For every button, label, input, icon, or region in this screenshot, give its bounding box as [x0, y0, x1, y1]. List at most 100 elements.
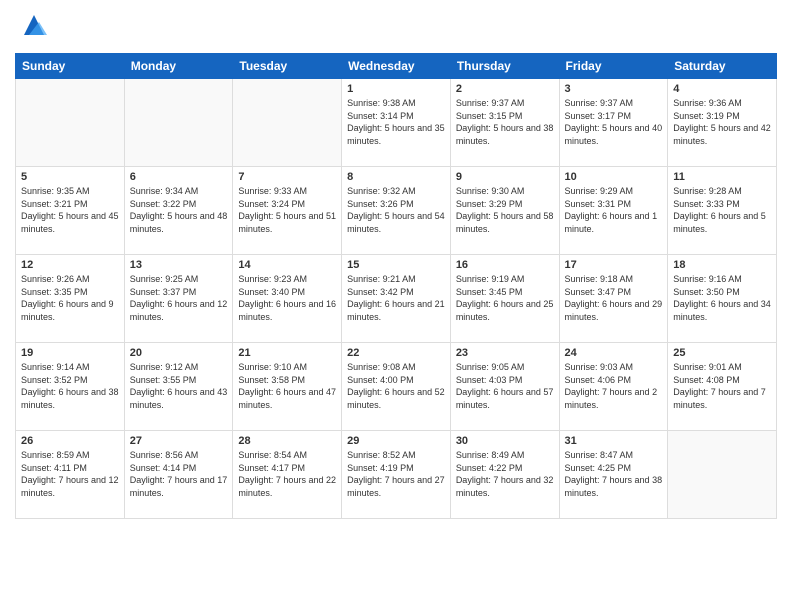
- day-number: 9: [456, 171, 554, 183]
- day-number: 17: [565, 259, 663, 271]
- day-cell: 28 Sunrise: 8:54 AM Sunset: 4:17 PM Dayli…: [233, 431, 342, 519]
- day-info: Sunrise: 8:52 AM Sunset: 4:19 PM Dayligh…: [347, 449, 445, 499]
- day-info: Sunrise: 9:14 AM Sunset: 3:52 PM Dayligh…: [21, 361, 119, 411]
- day-number: 7: [238, 171, 336, 183]
- day-header-monday: Monday: [124, 54, 233, 79]
- day-info: Sunrise: 9:34 AM Sunset: 3:22 PM Dayligh…: [130, 185, 228, 235]
- day-number: 6: [130, 171, 228, 183]
- day-info: Sunrise: 9:25 AM Sunset: 3:37 PM Dayligh…: [130, 273, 228, 323]
- day-cell: 5 Sunrise: 9:35 AM Sunset: 3:21 PM Daylig…: [16, 167, 125, 255]
- day-info: Sunrise: 9:21 AM Sunset: 3:42 PM Dayligh…: [347, 273, 445, 323]
- day-info: Sunrise: 9:10 AM Sunset: 3:58 PM Dayligh…: [238, 361, 336, 411]
- day-cell: [233, 79, 342, 167]
- day-header-tuesday: Tuesday: [233, 54, 342, 79]
- day-info: Sunrise: 8:59 AM Sunset: 4:11 PM Dayligh…: [21, 449, 119, 499]
- week-row-5: 26 Sunrise: 8:59 AM Sunset: 4:11 PM Dayli…: [16, 431, 777, 519]
- day-info: Sunrise: 8:56 AM Sunset: 4:14 PM Dayligh…: [130, 449, 228, 499]
- day-cell: 4 Sunrise: 9:36 AM Sunset: 3:19 PM Daylig…: [668, 79, 777, 167]
- day-cell: 14 Sunrise: 9:23 AM Sunset: 3:40 PM Dayli…: [233, 255, 342, 343]
- day-cell: 22 Sunrise: 9:08 AM Sunset: 4:00 PM Dayli…: [342, 343, 451, 431]
- day-number: 11: [673, 171, 771, 183]
- day-number: 31: [565, 435, 663, 447]
- day-cell: 2Sunrise: 9:37 AM Sunset: 3:15 PM Daylig…: [450, 79, 559, 167]
- day-number: 29: [347, 435, 445, 447]
- day-info: Sunrise: 9:26 AM Sunset: 3:35 PM Dayligh…: [21, 273, 119, 323]
- day-number: 20: [130, 347, 228, 359]
- calendar-table: SundayMondayTuesdayWednesdayThursdayFrid…: [15, 53, 777, 519]
- day-cell: 16 Sunrise: 9:19 AM Sunset: 3:45 PM Dayli…: [450, 255, 559, 343]
- day-number: 16: [456, 259, 554, 271]
- day-info: Sunrise: 9:05 AM Sunset: 4:03 PM Dayligh…: [456, 361, 554, 411]
- day-info: Sunrise: 8:47 AM Sunset: 4:25 PM Dayligh…: [565, 449, 663, 499]
- day-info: Sunrise: 9:19 AM Sunset: 3:45 PM Dayligh…: [456, 273, 554, 323]
- day-info: Sunrise: 9:18 AM Sunset: 3:47 PM Dayligh…: [565, 273, 663, 323]
- day-number: 27: [130, 435, 228, 447]
- day-cell: 31 Sunrise: 8:47 AM Sunset: 4:25 PM Dayli…: [559, 431, 668, 519]
- day-number: 28: [238, 435, 336, 447]
- day-cell: 19 Sunrise: 9:14 AM Sunset: 3:52 PM Dayli…: [16, 343, 125, 431]
- day-info: Sunrise: 8:54 AM Sunset: 4:17 PM Dayligh…: [238, 449, 336, 499]
- day-number: 4: [673, 83, 771, 95]
- day-cell: 20 Sunrise: 9:12 AM Sunset: 3:55 PM Dayli…: [124, 343, 233, 431]
- days-header-row: SundayMondayTuesdayWednesdayThursdayFrid…: [16, 54, 777, 79]
- day-number: 23: [456, 347, 554, 359]
- day-number: 5: [21, 171, 119, 183]
- day-number: 26: [21, 435, 119, 447]
- day-cell: 10 Sunrise: 9:29 AM Sunset: 3:31 PM Dayli…: [559, 167, 668, 255]
- day-cell: 3Sunrise: 9:37 AM Sunset: 3:17 PM Daylig…: [559, 79, 668, 167]
- day-number: 1: [347, 83, 445, 95]
- day-info: Sunrise: 9:36 AM Sunset: 3:19 PM Dayligh…: [673, 97, 771, 147]
- day-cell: 23 Sunrise: 9:05 AM Sunset: 4:03 PM Dayli…: [450, 343, 559, 431]
- day-cell: 18 Sunrise: 9:16 AM Sunset: 3:50 PM Dayli…: [668, 255, 777, 343]
- day-header-saturday: Saturday: [668, 54, 777, 79]
- day-cell: 1 Sunrise: 9:38 AM Sunset: 3:14 PM Daylig…: [342, 79, 451, 167]
- day-cell: 26 Sunrise: 8:59 AM Sunset: 4:11 PM Dayli…: [16, 431, 125, 519]
- day-cell: 6 Sunrise: 9:34 AM Sunset: 3:22 PM Daylig…: [124, 167, 233, 255]
- day-info: Sunrise: 9:28 AM Sunset: 3:33 PM Dayligh…: [673, 185, 771, 235]
- week-row-3: 12 Sunrise: 9:26 AM Sunset: 3:35 PM Dayli…: [16, 255, 777, 343]
- day-number: 19: [21, 347, 119, 359]
- day-number: 18: [673, 259, 771, 271]
- day-number: 10: [565, 171, 663, 183]
- day-info: Sunrise: 9:35 AM Sunset: 3:21 PM Dayligh…: [21, 185, 119, 235]
- day-number: 8: [347, 171, 445, 183]
- day-info: Sunrise: 9:38 AM Sunset: 3:14 PM Dayligh…: [347, 97, 445, 147]
- day-cell: 21 Sunrise: 9:10 AM Sunset: 3:58 PM Dayli…: [233, 343, 342, 431]
- day-info: Sunrise: 9:08 AM Sunset: 4:00 PM Dayligh…: [347, 361, 445, 411]
- header: [15, 10, 777, 45]
- day-number: 15: [347, 259, 445, 271]
- day-number: 21: [238, 347, 336, 359]
- day-info: Sunrise: 8:49 AM Sunset: 4:22 PM Dayligh…: [456, 449, 554, 499]
- day-number: 12: [21, 259, 119, 271]
- page: SundayMondayTuesdayWednesdayThursdayFrid…: [0, 0, 792, 612]
- day-info: Sunrise: 9:01 AM Sunset: 4:08 PM Dayligh…: [673, 361, 771, 411]
- day-header-friday: Friday: [559, 54, 668, 79]
- day-cell: 12 Sunrise: 9:26 AM Sunset: 3:35 PM Dayli…: [16, 255, 125, 343]
- day-number: 3: [565, 83, 663, 95]
- day-cell: [124, 79, 233, 167]
- day-info: Sunrise: 9:03 AM Sunset: 4:06 PM Dayligh…: [565, 361, 663, 411]
- day-info: Sunrise: 9:12 AM Sunset: 3:55 PM Dayligh…: [130, 361, 228, 411]
- day-cell: [668, 431, 777, 519]
- day-cell: 30Sunrise: 8:49 AM Sunset: 4:22 PM Dayli…: [450, 431, 559, 519]
- day-info: Sunrise: 9:23 AM Sunset: 3:40 PM Dayligh…: [238, 273, 336, 323]
- day-cell: [16, 79, 125, 167]
- day-cell: 25 Sunrise: 9:01 AM Sunset: 4:08 PM Dayli…: [668, 343, 777, 431]
- day-number: 25: [673, 347, 771, 359]
- day-info: Sunrise: 9:30 AM Sunset: 3:29 PM Dayligh…: [456, 185, 554, 235]
- week-row-4: 19 Sunrise: 9:14 AM Sunset: 3:52 PM Dayli…: [16, 343, 777, 431]
- logo-icon: [19, 10, 49, 40]
- day-cell: 29 Sunrise: 8:52 AM Sunset: 4:19 PM Dayli…: [342, 431, 451, 519]
- day-header-thursday: Thursday: [450, 54, 559, 79]
- day-cell: 17 Sunrise: 9:18 AM Sunset: 3:47 PM Dayli…: [559, 255, 668, 343]
- day-cell: 27 Sunrise: 8:56 AM Sunset: 4:14 PM Dayli…: [124, 431, 233, 519]
- day-info: Sunrise: 9:29 AM Sunset: 3:31 PM Dayligh…: [565, 185, 663, 235]
- day-number: 22: [347, 347, 445, 359]
- day-cell: 8 Sunrise: 9:32 AM Sunset: 3:26 PM Daylig…: [342, 167, 451, 255]
- day-number: 2: [456, 83, 554, 95]
- day-number: 14: [238, 259, 336, 271]
- day-cell: 7Sunrise: 9:33 AM Sunset: 3:24 PM Daylig…: [233, 167, 342, 255]
- day-info: Sunrise: 9:16 AM Sunset: 3:50 PM Dayligh…: [673, 273, 771, 323]
- day-info: Sunrise: 9:32 AM Sunset: 3:26 PM Dayligh…: [347, 185, 445, 235]
- week-row-2: 5 Sunrise: 9:35 AM Sunset: 3:21 PM Daylig…: [16, 167, 777, 255]
